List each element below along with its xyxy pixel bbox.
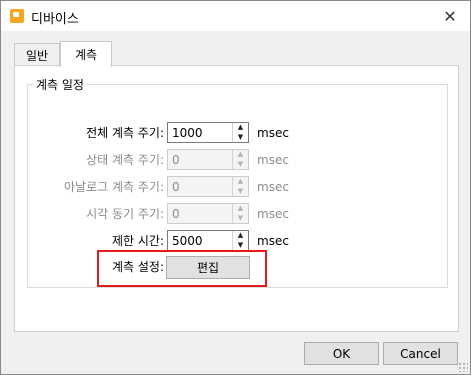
analog-period-input bbox=[168, 177, 240, 196]
analog-period-label: 아날로그 계측 주기: bbox=[64, 180, 164, 194]
stepper-down-icon[interactable]: ▼ bbox=[233, 133, 248, 143]
unit-label: msec bbox=[257, 179, 289, 194]
ok-button[interactable]: OK bbox=[304, 342, 379, 365]
status-period-input bbox=[168, 150, 240, 169]
unit-label: msec bbox=[257, 125, 289, 140]
timeout-input[interactable] bbox=[168, 231, 240, 250]
row-time-sync-period: 시각 동기 주기: ▲ ▼ msec bbox=[28, 203, 289, 224]
row-total-period: 전체 계측 주기: ▲ ▼ msec bbox=[28, 122, 289, 143]
measurement-panel: 계측 일정 전체 계측 주기: ▲ ▼ msec 상태 계측 주기: bbox=[14, 65, 459, 332]
time-sync-period-label: 시각 동기 주기: bbox=[86, 207, 164, 221]
stepper-up-icon[interactable]: ▲ bbox=[233, 231, 248, 241]
measurement-schedule-group: 계측 일정 전체 계측 주기: ▲ ▼ msec 상태 계측 주기: bbox=[27, 76, 448, 288]
unit-label: msec bbox=[257, 206, 289, 221]
analog-period-stepper: ▲ ▼ bbox=[167, 176, 249, 197]
group-legend: 계측 일정 bbox=[36, 78, 84, 92]
resize-grip[interactable] bbox=[458, 362, 468, 372]
timeout-label: 제한 시간: bbox=[111, 234, 164, 248]
status-period-stepper: ▲ ▼ bbox=[167, 149, 249, 170]
stepper-up-icon: ▲ bbox=[237, 150, 244, 159]
cancel-button[interactable]: Cancel bbox=[383, 342, 458, 365]
total-period-label: 전체 계측 주기: bbox=[86, 126, 164, 140]
device-app-icon bbox=[10, 9, 24, 23]
measure-settings-label: 계측 설정: bbox=[111, 260, 164, 274]
tab-general[interactable]: 일반 bbox=[14, 43, 60, 66]
timeout-stepper[interactable]: ▲ ▼ bbox=[167, 230, 249, 251]
stepper-up-icon[interactable]: ▲ bbox=[233, 123, 248, 133]
close-icon[interactable]: ✕ bbox=[430, 1, 470, 31]
stepper-up-icon: ▲ bbox=[237, 177, 244, 186]
stepper-down-icon: ▼ bbox=[237, 159, 244, 168]
window-title: 디바이스 bbox=[31, 12, 79, 27]
stepper-down-icon: ▼ bbox=[237, 186, 244, 195]
unit-label: msec bbox=[257, 152, 289, 167]
stepper-down-icon: ▼ bbox=[237, 213, 244, 222]
edit-button[interactable]: 편집 bbox=[166, 256, 250, 279]
title-bar: 디바이스 ✕ bbox=[1, 1, 470, 31]
time-sync-period-stepper: ▲ ▼ bbox=[167, 203, 249, 224]
total-period-input[interactable] bbox=[168, 123, 240, 142]
total-period-stepper[interactable]: ▲ ▼ bbox=[167, 122, 249, 143]
unit-label: msec bbox=[257, 233, 289, 248]
row-timeout: 제한 시간: ▲ ▼ msec bbox=[28, 230, 289, 251]
stepper-up-icon: ▲ bbox=[237, 204, 244, 213]
status-period-label: 상태 계측 주기: bbox=[86, 153, 164, 167]
stepper-down-icon[interactable]: ▼ bbox=[233, 241, 248, 251]
tab-measurement[interactable]: 계측 bbox=[60, 41, 112, 67]
time-sync-period-input bbox=[168, 204, 240, 223]
row-status-period: 상태 계측 주기: ▲ ▼ msec bbox=[28, 149, 289, 170]
device-dialog: 디바이스 ✕ 일반 계측 계측 일정 전체 계측 주기: ▲ ▼ msec 상태 bbox=[0, 0, 471, 375]
row-analog-period: 아날로그 계측 주기: ▲ ▼ msec bbox=[28, 176, 289, 197]
